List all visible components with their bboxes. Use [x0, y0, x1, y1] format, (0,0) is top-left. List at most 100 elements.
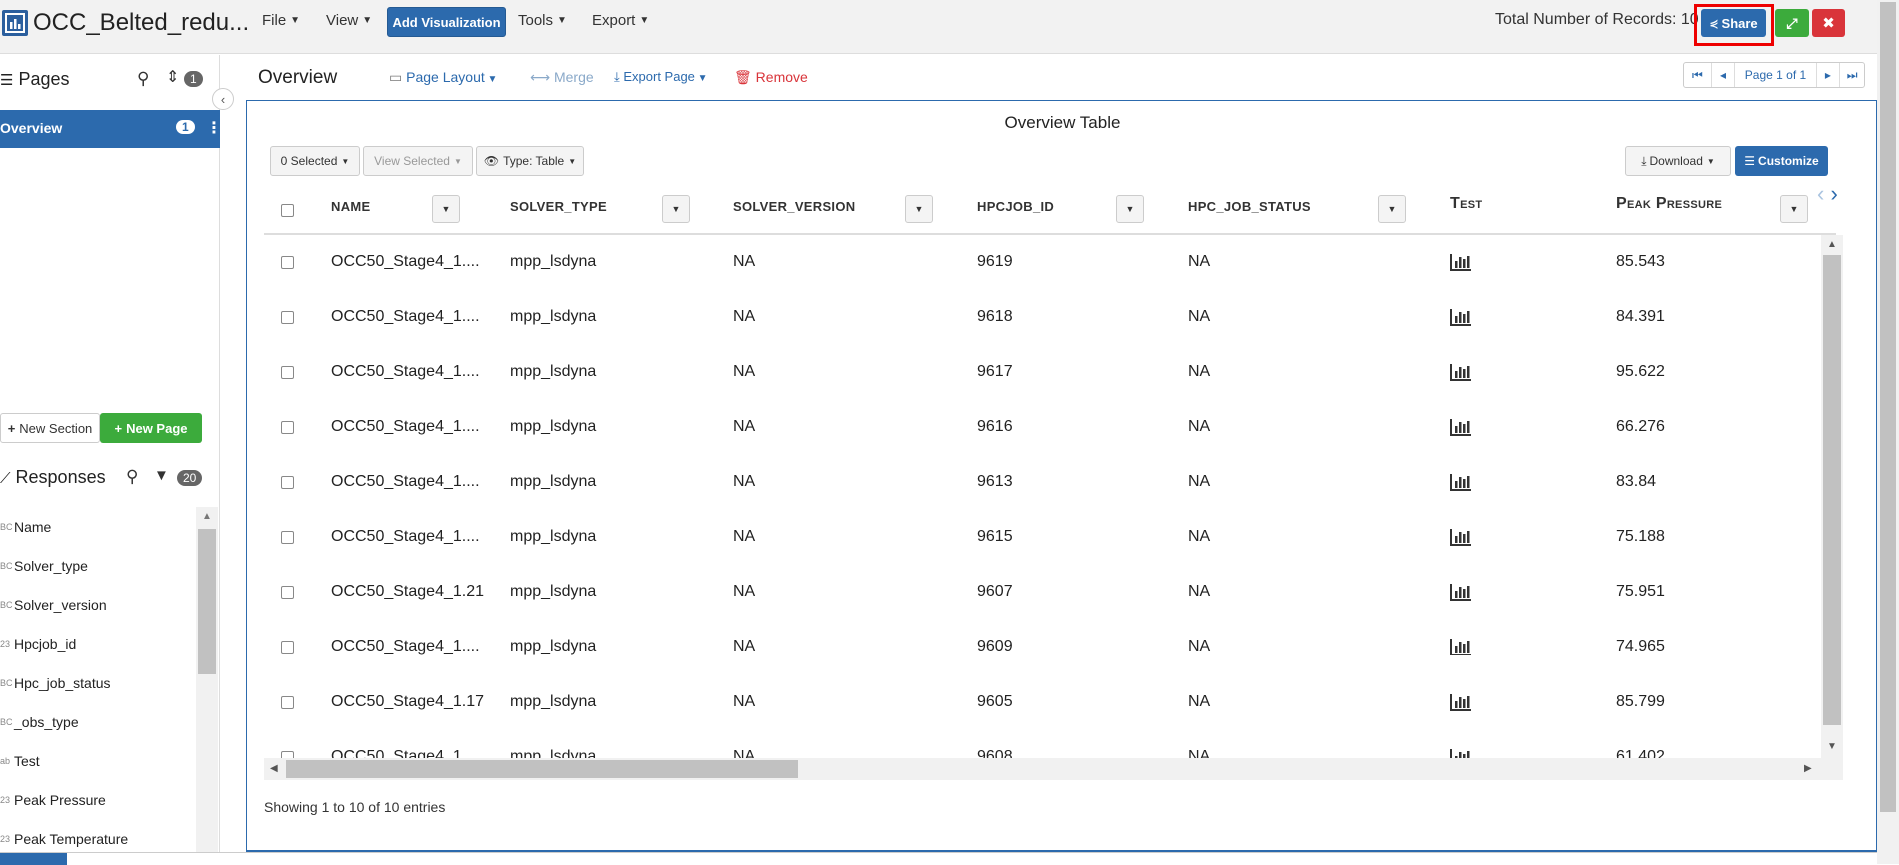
- table-row[interactable]: OCC50_Stage4_1.... mpp_lsdyna NA 9616 NA…: [264, 400, 1822, 455]
- table-horizontal-scrollbar[interactable]: ◀ ▶: [264, 758, 1843, 780]
- menu-export[interactable]: Export ▼: [592, 12, 649, 29]
- merge-button[interactable]: ⟷ Merge: [530, 69, 594, 86]
- scroll-right-icon[interactable]: ▶: [1804, 763, 1812, 774]
- bar-chart-icon[interactable]: [1450, 253, 1472, 276]
- column-menu-button[interactable]: ▼: [905, 195, 933, 223]
- table-row[interactable]: OCC50_Stage4_1.... mpp_lsdyna NA 9609 NA…: [264, 620, 1822, 655]
- page-item-count: 1: [176, 120, 195, 134]
- list-item[interactable]: BC _obs_type: [0, 702, 196, 741]
- row-checkbox[interactable]: [281, 476, 294, 489]
- selected-label: 0 Selected: [280, 154, 338, 168]
- table-row[interactable]: OCC50_Stage4_1.... mpp_lsdyna NA 9617 NA…: [264, 345, 1822, 400]
- row-checkbox[interactable]: [281, 696, 294, 709]
- table-row[interactable]: OCC50_Stage4_1.... mpp_lsdyna NA 9613 NA…: [264, 455, 1822, 510]
- row-checkbox[interactable]: [281, 421, 294, 434]
- column-menu-button[interactable]: ▼: [1116, 195, 1144, 223]
- table-row[interactable]: OCC50_Stage4_1.... mpp_lsdyna NA 9618 NA…: [264, 290, 1822, 345]
- row-checkbox[interactable]: [281, 366, 294, 379]
- type-dropdown[interactable]: 👁 Type: Table ▼: [476, 146, 584, 176]
- export-page-button[interactable]: ⤓ Export Page ▼: [614, 69, 708, 85]
- menu-file[interactable]: File ▼: [262, 12, 300, 29]
- col-header-hpcjob-id[interactable]: HPCJOB_ID: [977, 199, 1054, 214]
- menu-tools[interactable]: Tools ▼: [518, 12, 567, 29]
- sort-icon[interactable]: ⇕: [166, 67, 179, 87]
- table-row[interactable]: OCC50_Stage4_1.... mpp_lsdyna NA 9608 NA…: [264, 730, 1822, 758]
- table-row[interactable]: OCC50_Stage4_1.17 mpp_lsdyna NA 9605 NA …: [264, 675, 1822, 730]
- row-checkbox[interactable]: [281, 641, 294, 654]
- bar-chart-icon[interactable]: [1450, 308, 1472, 331]
- selected-dropdown[interactable]: 0 Selected ▼: [270, 146, 360, 176]
- col-header-solver-version[interactable]: SOLVER_VERSION: [733, 199, 855, 214]
- column-menu-button[interactable]: ▼: [1780, 195, 1808, 223]
- search-icon[interactable]: ⚲: [137, 69, 149, 89]
- add-visualization-button[interactable]: Add Visualization: [387, 7, 506, 37]
- col-header-peak-pressure[interactable]: Peak Pressure: [1616, 195, 1722, 213]
- bar-chart-icon[interactable]: [1450, 693, 1472, 716]
- column-menu-button[interactable]: ▼: [1378, 195, 1406, 223]
- list-item[interactable]: BC Name: [0, 507, 196, 546]
- bar-chart-icon[interactable]: [1450, 638, 1472, 655]
- bar-chart-icon[interactable]: [1450, 473, 1472, 496]
- more-vertical-icon[interactable]: ⋮: [206, 118, 222, 138]
- table-vertical-scrollbar[interactable]: ▲ ▼: [1821, 235, 1843, 758]
- row-checkbox[interactable]: [281, 531, 294, 544]
- collapse-sidebar-button[interactable]: ‹: [212, 88, 234, 110]
- last-page-icon[interactable]: ⏭: [1840, 63, 1864, 87]
- view-selected-dropdown[interactable]: View Selected ▼: [363, 146, 473, 176]
- scroll-up-icon[interactable]: ▲: [1827, 239, 1837, 250]
- scrollbar-thumb[interactable]: [1823, 255, 1841, 725]
- remove-button[interactable]: 🗑 Remove: [734, 69, 808, 86]
- bar-chart-icon[interactable]: [1450, 528, 1472, 551]
- scroll-left-icon[interactable]: ◀: [270, 763, 278, 774]
- next-page-icon[interactable]: ▸: [1817, 63, 1841, 87]
- row-checkbox[interactable]: [281, 256, 294, 269]
- scrollbar-thumb[interactable]: [286, 760, 798, 778]
- expand-button[interactable]: ⤢: [1775, 9, 1809, 37]
- list-item[interactable]: ab Test: [0, 741, 196, 780]
- list-item[interactable]: 23 Hpcjob_id: [0, 624, 196, 663]
- scroll-up-icon[interactable]: ▲: [202, 511, 212, 522]
- list-item[interactable]: BC Solver_version: [0, 585, 196, 624]
- page-scrollbar[interactable]: [1877, 0, 1899, 864]
- chevron-left-icon[interactable]: ‹: [1817, 181, 1824, 206]
- list-item[interactable]: 23 Peak Pressure: [0, 780, 196, 819]
- select-all-checkbox[interactable]: [281, 204, 294, 217]
- row-checkbox[interactable]: [281, 311, 294, 324]
- customize-button[interactable]: ☰ Customize: [1735, 146, 1828, 176]
- table-row[interactable]: OCC50_Stage4_1.21 mpp_lsdyna NA 9607 NA …: [264, 565, 1822, 620]
- bar-chart-icon[interactable]: [1450, 748, 1472, 758]
- col-header-test[interactable]: Test: [1450, 195, 1482, 213]
- share-button[interactable]: ⋞ Share: [1701, 9, 1766, 37]
- bar-chart-icon[interactable]: [1450, 418, 1472, 441]
- column-menu-button[interactable]: ▼: [432, 195, 460, 223]
- chevron-right-icon[interactable]: ›: [1830, 181, 1837, 206]
- column-menu-button[interactable]: ▼: [662, 195, 690, 223]
- bar-chart-icon[interactable]: [1450, 583, 1472, 606]
- table-row[interactable]: OCC50_Stage4_1.... mpp_lsdyna NA 9615 NA…: [264, 510, 1822, 565]
- download-dropdown[interactable]: ⤓ Download ▼: [1625, 146, 1731, 176]
- col-header-hpc-job-status[interactable]: HPC_JOB_STATUS: [1188, 199, 1311, 214]
- search-icon[interactable]: ⚲: [126, 467, 138, 487]
- bar-chart-icon[interactable]: [1450, 363, 1472, 386]
- scrollbar-thumb[interactable]: [198, 529, 216, 674]
- page-item-overview[interactable]: Overview 1 ⋮: [0, 110, 222, 148]
- menu-view[interactable]: View ▼: [326, 12, 372, 29]
- row-checkbox[interactable]: [281, 751, 294, 758]
- first-page-icon[interactable]: ⏮: [1684, 63, 1712, 87]
- list-item[interactable]: BC Solver_type: [0, 546, 196, 585]
- close-button[interactable]: ✖: [1812, 9, 1845, 37]
- page-layout-button[interactable]: ▭ Page Layout ▼: [389, 69, 497, 86]
- new-section-button[interactable]: + New Section: [0, 413, 100, 443]
- responses-scrollbar[interactable]: ▲: [196, 507, 218, 864]
- row-checkbox[interactable]: [281, 586, 294, 599]
- prev-page-icon[interactable]: ◂: [1712, 63, 1736, 87]
- scrollbar-thumb[interactable]: [1880, 2, 1896, 812]
- col-header-name[interactable]: NAME: [331, 199, 370, 214]
- new-page-button[interactable]: + New Page: [100, 413, 202, 443]
- filter-icon[interactable]: ▼: [154, 467, 169, 484]
- bottom-tab[interactable]: [0, 853, 67, 865]
- list-item[interactable]: BC Hpc_job_status: [0, 663, 196, 702]
- col-header-solver-type[interactable]: SOLVER_TYPE: [510, 199, 607, 214]
- table-row[interactable]: OCC50_Stage4_1.... mpp_lsdyna NA 9619 NA…: [264, 235, 1822, 290]
- scroll-down-icon[interactable]: ▼: [1827, 741, 1837, 752]
